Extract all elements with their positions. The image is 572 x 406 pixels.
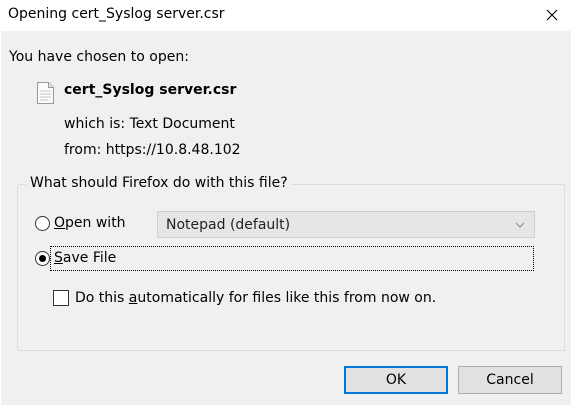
chosen-to-open-label: You have chosen to open: — [9, 49, 189, 65]
file-source-label: from: — [64, 142, 102, 158]
application-select-value: Notepad (default) — [166, 216, 291, 233]
dialog-body: You have chosen to open: cert_Syslog ser… — [1, 31, 571, 405]
file-source-row: from: https://10.8.48.102 — [64, 142, 241, 158]
open-with-radio[interactable]: Open with — [35, 215, 126, 231]
auto-action-checkbox[interactable] — [53, 290, 69, 306]
open-with-radio-circle[interactable] — [35, 215, 50, 231]
file-type-row: which is: Text Document — [64, 116, 235, 132]
file-name: cert_Syslog server.csr — [64, 82, 237, 98]
close-icon — [546, 9, 558, 21]
application-select[interactable]: Notepad (default) — [157, 211, 535, 238]
file-type-value: Text Document — [129, 116, 235, 132]
file-type-label: which is: — [64, 116, 126, 132]
save-file-label: Save File — [54, 250, 117, 266]
window-title: Opening cert_Syslog server.csr — [8, 6, 225, 22]
action-group-legend: What should Firefox do with this file? — [26, 175, 292, 191]
save-file-radio-circle[interactable] — [35, 250, 50, 266]
text-document-icon — [37, 82, 54, 104]
auto-action-label: Do this automatically for files like thi… — [75, 290, 437, 306]
ok-button[interactable]: OK — [344, 366, 448, 394]
file-source-url: https://10.8.48.102 — [105, 142, 241, 158]
title-bar: Opening cert_Syslog server.csr — [0, 0, 572, 30]
close-button[interactable] — [532, 0, 572, 30]
save-file-radio[interactable]: Save File — [35, 250, 116, 266]
open-with-label: Open with — [54, 215, 126, 231]
auto-action-checkbox-row[interactable]: Do this automatically for files like thi… — [53, 290, 436, 306]
firefox-download-dialog: Opening cert_Syslog server.csr You have … — [0, 0, 572, 406]
cancel-button[interactable]: Cancel — [458, 366, 562, 394]
chevron-down-icon — [515, 222, 525, 228]
action-group: What should Firefox do with this file? — [17, 175, 565, 351]
